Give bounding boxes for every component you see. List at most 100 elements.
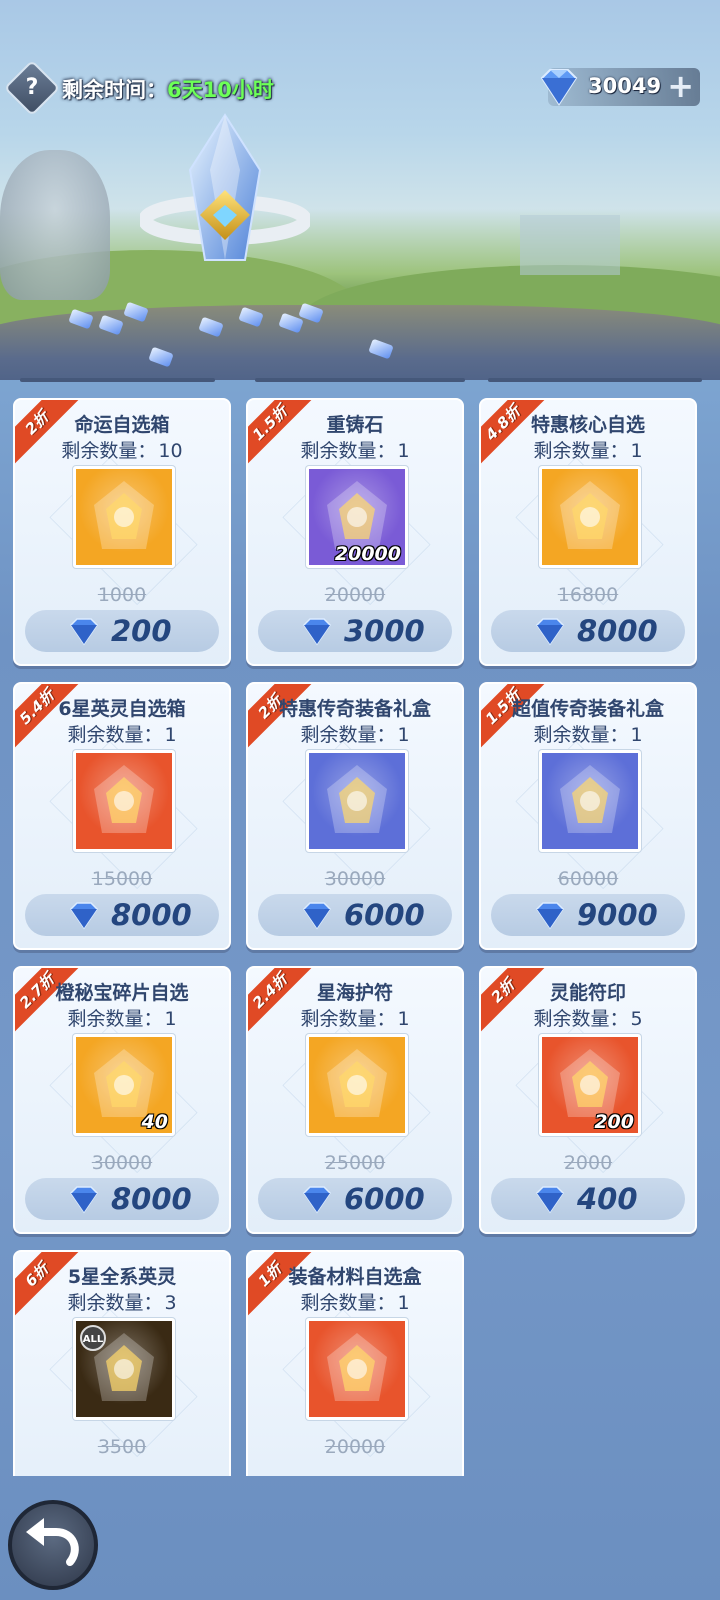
remaining-value: 1 [630, 440, 643, 462]
remaining-label: 剩余数量： [533, 724, 629, 746]
diamond-icon [536, 618, 564, 646]
remaining-quantity: 剩余数量： 1 [248, 1004, 462, 1031]
remaining-time: 剩余时间：6天10小时 [62, 74, 274, 104]
sale-price: 6000 [344, 898, 425, 932]
remaining-quantity: 剩余数量： 1 [248, 720, 462, 747]
crystal-emblem-icon [140, 113, 310, 261]
shop-item-card[interactable]: 2折 灵能符印 剩余数量： 5 200 2000 400 [479, 966, 697, 1234]
remaining-value: 1 [397, 724, 410, 746]
remaining-quantity: 剩余数量： 1 [248, 436, 462, 463]
original-price: 16800 [557, 584, 619, 606]
remaining-value: 5 [630, 1008, 643, 1030]
original-price: 20000 [324, 1436, 386, 1458]
original-price: 3500 [97, 1436, 147, 1458]
shop-item-card[interactable]: 2折 命运自选箱 剩余数量： 10 1000 200 [13, 398, 231, 666]
buy-button[interactable]: 8000 [25, 894, 219, 936]
remaining-quantity: 剩余数量： 1 [15, 1004, 229, 1031]
remaining-value: 1 [397, 440, 410, 462]
equipment-material-icon [306, 1318, 408, 1420]
shop-item-card[interactable]: 6折 5星全系英灵 剩余数量： 3 ALL 3500 [13, 1250, 231, 1476]
timer-label: 剩余时间： [62, 78, 167, 102]
remaining-label: 剩余数量： [67, 724, 163, 746]
remaining-quantity: 剩余数量： 1 [15, 720, 229, 747]
shop-item-card[interactable]: 4.8折 特惠核心自选 剩余数量： 1 16800 8000 [479, 398, 697, 666]
remaining-value: 1 [630, 724, 643, 746]
remaining-value: 3 [164, 1292, 177, 1314]
remaining-quantity: 剩余数量： 3 [15, 1288, 229, 1315]
buy-button[interactable]: 8000 [25, 1178, 219, 1220]
remaining-label: 剩余数量： [61, 440, 157, 462]
item-art [560, 481, 620, 549]
shop-item-card[interactable]: 2.4折 星海护符 剩余数量： 1 25000 6000 [246, 966, 464, 1234]
diamond-balance: 30049 + [540, 68, 700, 106]
sale-price: 8000 [111, 1182, 192, 1216]
diamond-icon [536, 902, 564, 930]
cat-statue [0, 150, 110, 300]
timer-value: 6天10小时 [167, 78, 274, 102]
blue-crystal-stone-icon: 20000 [306, 466, 408, 568]
buy-button[interactable]: 6000 [258, 1178, 452, 1220]
sale-price: 6000 [344, 1182, 425, 1216]
remaining-label: 剩余数量： [300, 1292, 396, 1314]
divider [255, 378, 465, 382]
back-button[interactable] [8, 1500, 98, 1590]
original-price: 30000 [324, 868, 386, 890]
question-icon: ? [25, 75, 39, 100]
original-price: 1000 [97, 584, 147, 606]
item-name: 特惠传奇装备礼盒 [278, 698, 431, 720]
item-art [327, 1049, 387, 1117]
item-art [94, 481, 154, 549]
diamond-icon [303, 1186, 331, 1214]
original-price: 15000 [91, 868, 153, 890]
item-name: 重铸石 [326, 414, 384, 436]
add-diamond-button[interactable]: + [667, 70, 694, 102]
remaining-quantity: 剩余数量： 1 [248, 1288, 462, 1315]
item-art [327, 765, 387, 833]
shop-item-card[interactable]: 1折 装备材料自选盒 剩余数量： 1 20000 [246, 1250, 464, 1476]
shop-item-card[interactable]: 2.7折 橙秘宝碎片自选 剩余数量： 1 40 30000 8000 [13, 966, 231, 1234]
buy-button[interactable]: 3000 [258, 610, 452, 652]
item-name: 特惠核心自选 [530, 414, 645, 436]
remaining-value: 1 [164, 724, 177, 746]
item-name: 超值传奇装备礼盒 [511, 698, 664, 720]
remaining-label: 剩余数量： [300, 724, 396, 746]
diamond-icon [303, 902, 331, 930]
diamond-icon [540, 69, 578, 106]
buy-button[interactable]: 8000 [491, 610, 685, 652]
remaining-quantity: 剩余数量： 1 [481, 436, 695, 463]
all-badge: ALL [80, 1325, 106, 1351]
buy-button[interactable]: 6000 [258, 894, 452, 936]
remaining-value: 10 [158, 440, 183, 462]
legend-armor-icon [539, 750, 641, 852]
sale-price: 9000 [577, 898, 658, 932]
shop-item-card[interactable]: 1.5折 超值传奇装备礼盒 剩余数量： 1 60000 9000 [479, 682, 697, 950]
diamond-amount: 30049 [588, 74, 662, 98]
golden-helmet-icon [73, 750, 175, 852]
original-price: 30000 [91, 1152, 153, 1174]
item-name: 命运自选箱 [74, 414, 170, 436]
remaining-label: 剩余数量： [533, 440, 629, 462]
shop-item-card[interactable]: 2折 特惠传奇装备礼盒 剩余数量： 1 30000 6000 [246, 682, 464, 950]
banner-scene [0, 0, 720, 380]
item-name: 装备材料自选盒 [288, 1266, 422, 1288]
buy-button[interactable]: 200 [25, 610, 219, 652]
buy-button[interactable]: 400 [491, 1178, 685, 1220]
divider [488, 378, 702, 382]
remaining-label: 剩余数量： [67, 1008, 163, 1030]
buy-button[interactable]: 9000 [491, 894, 685, 936]
remaining-value: 1 [164, 1008, 177, 1030]
diamond-icon [70, 902, 98, 930]
shop-item-card[interactable]: 5.4折 6星英灵自选箱 剩余数量： 1 15000 8000 [13, 682, 231, 950]
remaining-label: 剩余数量： [67, 1292, 163, 1314]
item-art [560, 765, 620, 833]
sale-price: 8000 [111, 898, 192, 932]
amulet-icon [306, 1034, 408, 1136]
item-quantity: 20000 [334, 543, 401, 565]
shop-item-card[interactable]: 1.5折 重铸石 剩余数量： 1 20000 20000 3000 [246, 398, 464, 666]
remaining-quantity: 剩余数量： 10 [15, 436, 229, 463]
diamond-icon [536, 1186, 564, 1214]
diamond-icon [70, 1186, 98, 1214]
sale-price: 400 [577, 1182, 638, 1216]
sale-price: 3000 [344, 614, 425, 648]
remaining-quantity: 剩余数量： 5 [481, 1004, 695, 1031]
